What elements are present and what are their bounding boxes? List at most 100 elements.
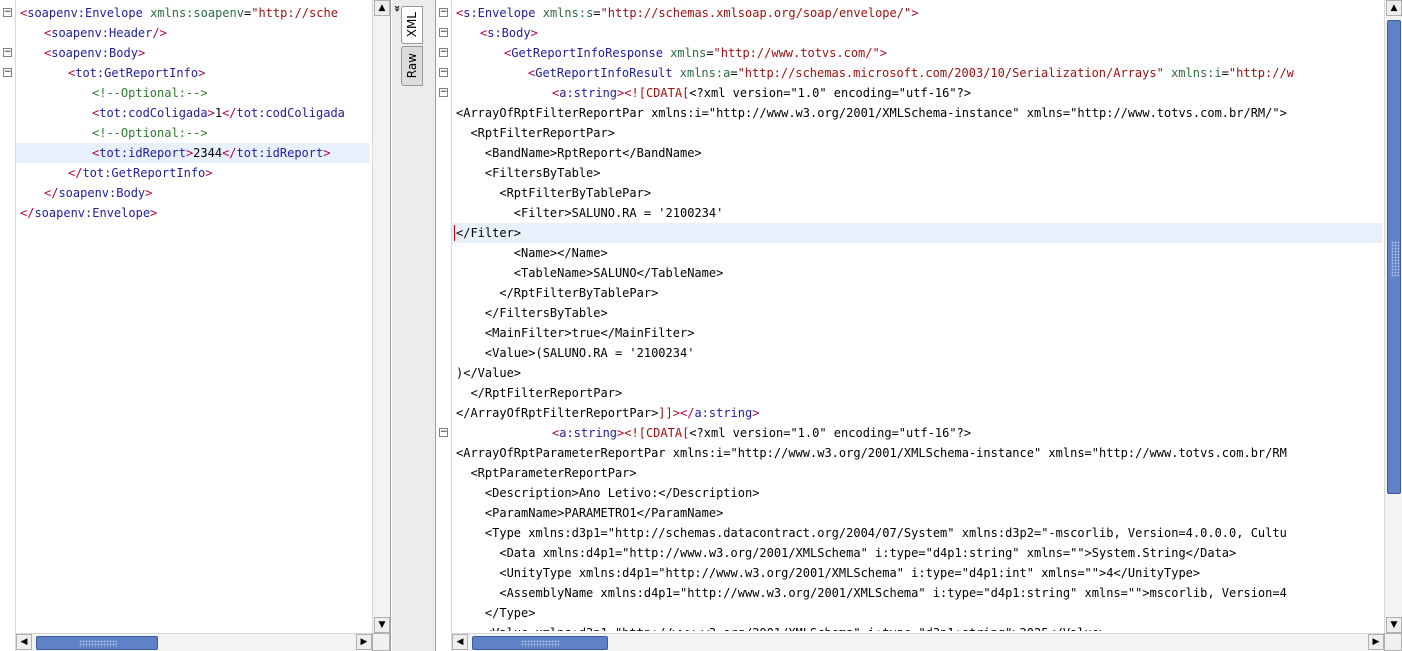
- code-line[interactable]: <TableName>SALUNO</TableName>: [452, 263, 1382, 283]
- code-line[interactable]: <RptFilterByTablePar>: [452, 183, 1382, 203]
- code-line[interactable]: <Data xmlns:d4p1="http://www.w3.org/2001…: [452, 543, 1382, 563]
- left-scroll-down-button[interactable]: ▼: [374, 617, 390, 633]
- request-xml-editor[interactable]: <soapenv:Envelope xmlns:soapenv="http://…: [0, 0, 391, 651]
- code-token: <RptFilterReportPar>: [456, 126, 615, 140]
- code-token: </: [679, 406, 695, 420]
- code-line[interactable]: <tot:idReport>2344</tot:idReport>: [16, 143, 370, 163]
- code-line[interactable]: <AssemblyName xmlns:d4p1="http://www.w3.…: [452, 583, 1382, 603]
- response-xml-viewer[interactable]: <s:Envelope xmlns:s="http://schemas.xmls…: [435, 0, 1402, 651]
- code-token: GetReportInfoResponse: [511, 46, 663, 60]
- code-line[interactable]: </Type>: [452, 603, 1382, 623]
- code-token: >: [530, 26, 538, 40]
- code-token: "http://schemas.xmlsoap.org/soap/envelop…: [600, 6, 912, 20]
- left-corner-zoom-icon[interactable]: [372, 633, 390, 651]
- view-tab-strip: » XML Raw: [391, 0, 435, 651]
- code-line[interactable]: <a:string><![CDATA[<?xml version="1.0" e…: [452, 423, 1382, 443]
- code-token: >: [752, 406, 760, 420]
- code-line[interactable]: </RptFilterReportPar>: [452, 383, 1382, 403]
- left-horizontal-scrollbar[interactable]: ◀ ▶: [16, 633, 372, 651]
- code-line[interactable]: </RptFilterByTablePar>: [452, 283, 1382, 303]
- code-line[interactable]: </Filter>: [452, 223, 1382, 243]
- tab-xml[interactable]: XML: [401, 6, 423, 44]
- code-token: a:string: [559, 426, 618, 440]
- right-corner-zoom-icon[interactable]: [1384, 633, 1402, 651]
- code-token: >: [198, 66, 206, 80]
- code-line[interactable]: <Description>Ano Letivo:</Description>: [452, 483, 1382, 503]
- code-token: <FiltersByTable>: [456, 166, 601, 180]
- fold-toggle-icon[interactable]: −: [439, 48, 448, 57]
- right-scroll-down-button[interactable]: ▼: [1386, 617, 1402, 633]
- code-token: ]]>: [658, 406, 680, 420]
- code-line[interactable]: <Name></Name>: [452, 243, 1382, 263]
- right-horizontal-scrollbar[interactable]: ◀ ▶: [452, 633, 1384, 651]
- fold-toggle-icon[interactable]: −: [439, 68, 448, 77]
- code-line[interactable]: <UnityType xmlns:d4p1="http://www.w3.org…: [452, 563, 1382, 583]
- code-token: <?xml version="1.0" encoding="utf-16"?>: [689, 86, 972, 100]
- fold-toggle-icon[interactable]: −: [439, 8, 448, 17]
- code-line[interactable]: <s:Envelope xmlns:s="http://schemas.xmls…: [452, 3, 1382, 23]
- code-line[interactable]: <!--Optional:-->: [16, 83, 370, 103]
- code-line[interactable]: <soapenv:Header/>: [16, 23, 370, 43]
- left-thumb-grip: [79, 640, 117, 647]
- code-token: <Value>(SALUNO.RA = '2100234': [456, 346, 695, 360]
- code-line[interactable]: </soapenv:Envelope>: [16, 203, 370, 223]
- tab-xml-label: XML: [405, 12, 419, 38]
- code-line[interactable]: </tot:GetReportInfo>: [16, 163, 370, 183]
- code-line[interactable]: <MainFilter>true</MainFilter>: [452, 323, 1382, 343]
- code-token: <Value xmlns:d3p1="http://www.w3.org/200…: [456, 626, 1106, 631]
- right-scroll-right-button[interactable]: ▶: [1368, 634, 1384, 650]
- left-scroll-up-button[interactable]: ▲: [374, 0, 390, 16]
- code-line[interactable]: <Filter>SALUNO.RA = '2100234': [452, 203, 1382, 223]
- fold-toggle-icon[interactable]: −: [3, 68, 12, 77]
- tab-raw[interactable]: Raw: [401, 46, 423, 86]
- code-line[interactable]: <RptFilterReportPar>: [452, 123, 1382, 143]
- code-token: <![CDATA[: [624, 86, 690, 100]
- code-line[interactable]: <a:string><![CDATA[<?xml version="1.0" e…: [452, 83, 1382, 103]
- code-line[interactable]: </ArrayOfRptFilterReportPar>]]></a:strin…: [452, 403, 1382, 423]
- code-line[interactable]: <tot:codColigada>1</tot:codColigada: [16, 103, 370, 123]
- code-token: </RptFilterReportPar>: [456, 386, 623, 400]
- code-line[interactable]: <GetReportInfoResponse xmlns="http://www…: [452, 43, 1382, 63]
- fold-toggle-icon[interactable]: −: [3, 8, 12, 17]
- right-vertical-thumb[interactable]: [1387, 20, 1401, 494]
- code-line[interactable]: </soapenv:Body>: [16, 183, 370, 203]
- code-line[interactable]: <Type xmlns:d3p1="http://schemas.datacon…: [452, 523, 1382, 543]
- right-horizontal-thumb[interactable]: [472, 636, 608, 650]
- code-line[interactable]: <RptParameterReportPar>: [452, 463, 1382, 483]
- code-line[interactable]: <FiltersByTable>: [452, 163, 1382, 183]
- left-scroll-left-button[interactable]: ◀: [16, 634, 32, 650]
- code-token: </: [20, 206, 35, 220]
- code-token: s:Envelope: [463, 6, 536, 20]
- text-caret: [454, 225, 455, 241]
- request-code-area[interactable]: <soapenv:Envelope xmlns:soapenv="http://…: [16, 3, 370, 631]
- fold-toggle-icon[interactable]: −: [439, 428, 448, 437]
- fold-toggle-icon[interactable]: −: [439, 88, 448, 97]
- code-line[interactable]: <ArrayOfRptFilterReportPar xmlns:i="http…: [452, 103, 1382, 123]
- left-horizontal-thumb[interactable]: [36, 636, 158, 650]
- code-line[interactable]: <Value xmlns:d3p1="http://www.w3.org/200…: [452, 623, 1382, 631]
- fold-toggle-icon[interactable]: −: [3, 48, 12, 57]
- code-line[interactable]: <s:Body>: [452, 23, 1382, 43]
- code-token: <MainFilter>true</MainFilter>: [456, 326, 695, 340]
- code-line[interactable]: <BandName>RptReport</BandName>: [452, 143, 1382, 163]
- code-line[interactable]: <soapenv:Body>: [16, 43, 370, 63]
- code-line[interactable]: <soapenv:Envelope xmlns:soapenv="http://…: [16, 3, 370, 23]
- left-vertical-scrollbar[interactable]: ▲ ▼: [372, 0, 390, 633]
- code-line[interactable]: <GetReportInfoResult xmlns:a="http://sch…: [452, 63, 1382, 83]
- code-line[interactable]: <Value>(SALUNO.RA = '2100234': [452, 343, 1382, 363]
- code-line[interactable]: <!--Optional:-->: [16, 123, 370, 143]
- code-line[interactable]: <ArrayOfRptParameterReportPar xmlns:i="h…: [452, 443, 1382, 463]
- right-scroll-up-button[interactable]: ▲: [1386, 0, 1402, 16]
- code-token: <TableName>SALUNO</TableName>: [456, 266, 724, 280]
- response-code-area[interactable]: <s:Envelope xmlns:s="http://schemas.xmls…: [452, 3, 1382, 631]
- code-line[interactable]: <ParamName>PARAMETRO1</ParamName>: [452, 503, 1382, 523]
- right-scroll-left-button[interactable]: ◀: [452, 634, 468, 650]
- code-line[interactable]: </FiltersByTable>: [452, 303, 1382, 323]
- right-vertical-scrollbar[interactable]: ▲ ▼: [1384, 0, 1402, 633]
- code-token: GetReportInfoResult: [535, 66, 673, 80]
- code-line[interactable]: )</Value>: [452, 363, 1382, 383]
- code-line[interactable]: <tot:GetReportInfo>: [16, 63, 370, 83]
- fold-toggle-icon[interactable]: −: [439, 28, 448, 37]
- code-token: soapenv:Header: [51, 26, 153, 40]
- left-scroll-right-button[interactable]: ▶: [356, 634, 372, 650]
